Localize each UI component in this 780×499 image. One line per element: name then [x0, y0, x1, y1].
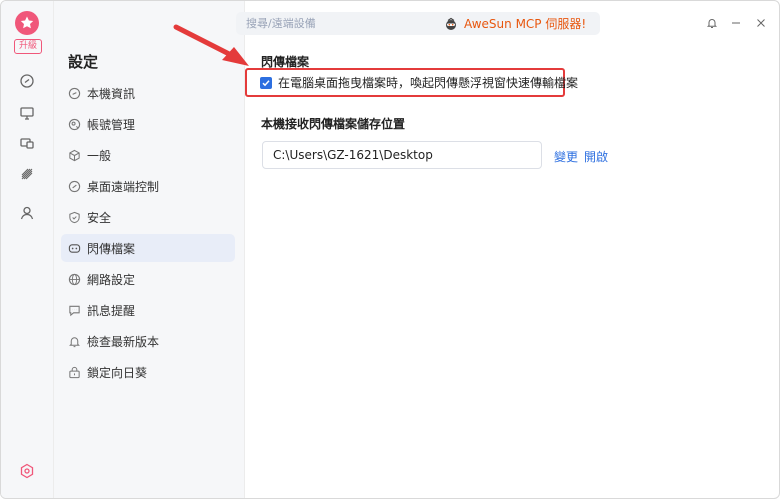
- shield-icon: [67, 210, 81, 224]
- save-location-title: 本機接收閃傳檔案儲存位置: [261, 117, 406, 131]
- nav-item-label: 本機資訊: [87, 86, 136, 101]
- search-input[interactable]: [244, 16, 418, 31]
- nav-item-label: 帳號管理: [87, 117, 136, 132]
- checkbox-checked-icon[interactable]: [260, 76, 272, 89]
- mascot-icon: [444, 17, 458, 31]
- devices-icon[interactable]: [18, 134, 36, 152]
- nav-item-device-info[interactable]: 本機資訊: [61, 79, 235, 107]
- nav-item-security[interactable]: 安全: [61, 203, 235, 231]
- nav-item-label: 一般: [87, 148, 112, 163]
- nav-item-remote-desktop[interactable]: 桌面遠端控制: [61, 172, 235, 200]
- settings-hex-icon[interactable]: [18, 462, 36, 480]
- cube-icon: [67, 148, 81, 162]
- globe-icon: [67, 272, 81, 286]
- nav-item-label: 安全: [87, 210, 112, 225]
- nav-item-label: 網路設定: [87, 272, 136, 287]
- nav-item-label: 閃傳檔案: [87, 241, 136, 256]
- star-logo-icon[interactable]: [15, 11, 39, 35]
- promo-banner[interactable]: AweSun MCP 伺服器!: [444, 15, 586, 32]
- account-icon: [67, 117, 81, 131]
- nav-item-network[interactable]: 網路設定: [61, 265, 235, 293]
- minimize-button[interactable]: [728, 15, 744, 31]
- nav-item-lock[interactable]: 鎖定向日葵: [61, 358, 235, 386]
- nav-item-label: 訊息提醒: [87, 303, 136, 318]
- open-folder-link[interactable]: 開啟: [584, 148, 608, 165]
- settings-nav: 設定 本機資訊 帳號管理 一般 桌面遠端控制 安全 閃傳檔案 網路設定 訊息提醒…: [54, 1, 245, 498]
- save-path-field[interactable]: [262, 141, 542, 169]
- nav-item-notifications[interactable]: 訊息提醒: [61, 296, 235, 324]
- settings-title: 設定: [68, 53, 99, 71]
- nav-item-label: 桌面遠端控制: [87, 179, 160, 194]
- bell-icon: [67, 334, 81, 348]
- search-bar: AweSun MCP 伺服器!: [236, 12, 600, 35]
- lock-icon: [67, 365, 81, 379]
- link-icon[interactable]: [18, 72, 36, 90]
- close-button[interactable]: [753, 15, 769, 31]
- monitor-icon[interactable]: [18, 104, 36, 122]
- notification-bell-icon[interactable]: [704, 15, 720, 31]
- flash-transfer-icon: [67, 241, 81, 255]
- user-icon[interactable]: [18, 204, 36, 222]
- upgrade-badge[interactable]: 升級: [14, 39, 42, 54]
- nav-item-label: 鎖定向日葵: [87, 365, 148, 380]
- message-icon: [67, 303, 81, 317]
- icon-rail: 升級: [1, 1, 54, 498]
- nav-item-check-updates[interactable]: 檢查最新版本: [61, 327, 235, 355]
- checkbox-label: 在電腦桌面拖曳檔案時，喚起閃傳懸浮視窗快速傳輸檔案: [278, 76, 579, 90]
- signal-icon[interactable]: [18, 165, 36, 183]
- nav-item-general[interactable]: 一般: [61, 141, 235, 169]
- promo-text: AweSun MCP 伺服器!: [464, 17, 587, 31]
- remote-icon: [67, 179, 81, 193]
- nav-item-label: 檢查最新版本: [87, 334, 160, 349]
- nav-item-flash-transfer[interactable]: 閃傳檔案: [61, 234, 235, 262]
- info-icon: [67, 86, 81, 100]
- app-window: 升級 設定 本機資訊 帳號管理 一般 桌面遠端控制 安全 閃傳檔案 網路設定 訊…: [0, 0, 780, 499]
- nav-item-account[interactable]: 帳號管理: [61, 110, 235, 138]
- change-path-link[interactable]: 變更: [554, 148, 578, 165]
- flash-transfer-checkbox-row[interactable]: 在電腦桌面拖曳檔案時，喚起閃傳懸浮視窗快速傳輸檔案: [260, 74, 578, 91]
